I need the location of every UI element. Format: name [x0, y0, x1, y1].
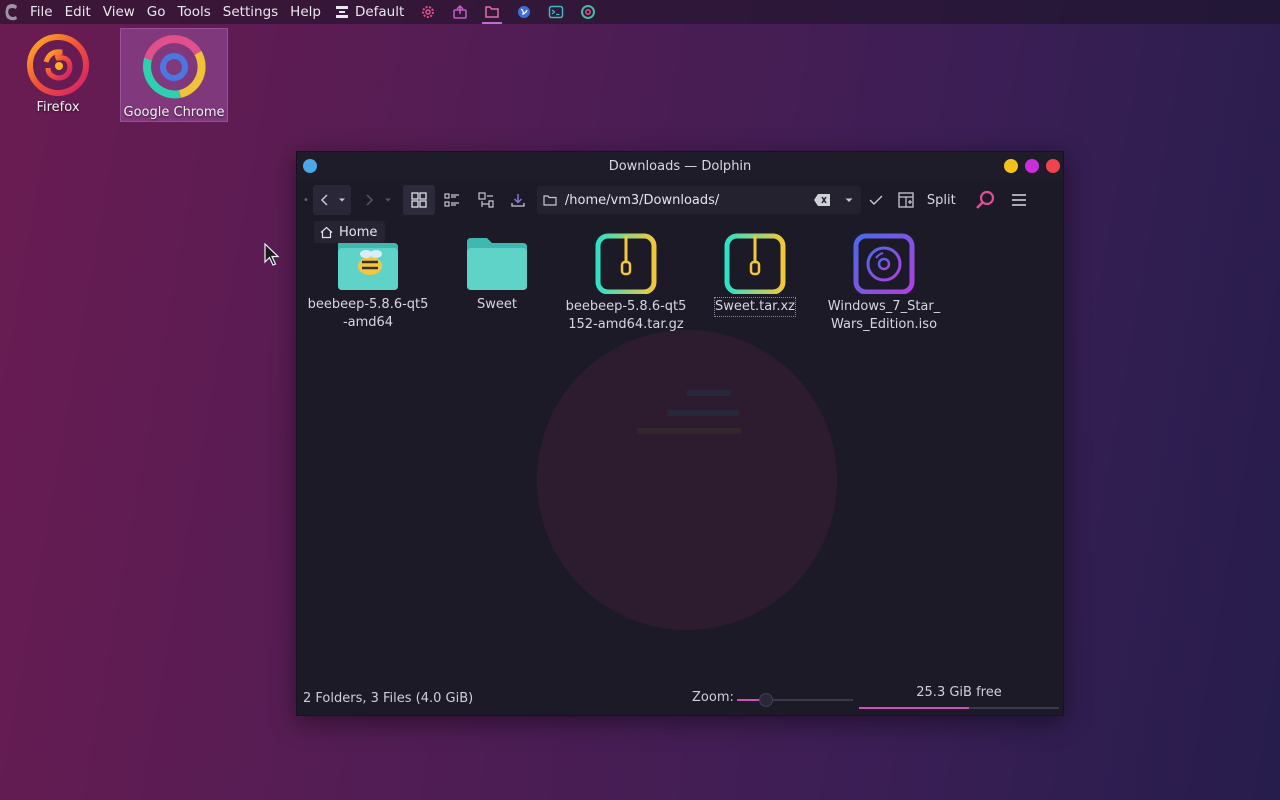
hamburger-menu-icon	[1011, 194, 1026, 206]
split-label[interactable]: Split	[921, 193, 962, 208]
file-item[interactable]: beebeep-5.8.6-qt5152-amd64.tar.gz	[564, 232, 688, 334]
toolbar-handle: •	[303, 194, 309, 206]
folder-icon	[543, 195, 557, 206]
compact-view-button[interactable]	[435, 185, 469, 215]
settings-icon[interactable]	[412, 0, 444, 24]
home-tooltip: Home	[314, 221, 386, 243]
dropdown-arrow-icon[interactable]	[843, 194, 855, 206]
layout-label: Default	[354, 4, 405, 20]
mouse-cursor-icon	[264, 243, 280, 266]
menu-tools[interactable]: Tools	[172, 0, 217, 24]
chrome-tray-icon[interactable]	[572, 0, 604, 24]
location-path[interactable]: /home/vm3/Downloads/	[565, 193, 813, 208]
split-view-icon	[898, 192, 914, 208]
hamburger-menu-button[interactable]	[1002, 185, 1036, 215]
chrome-icon	[143, 35, 206, 99]
menu-settings[interactable]: Settings	[217, 0, 284, 24]
share-icon[interactable]	[444, 0, 476, 24]
menu-file[interactable]: File	[24, 0, 59, 24]
file-item[interactable]: Sweet	[435, 232, 559, 314]
status-summary: 2 Folders, 3 Files (4.0 GiB)	[303, 690, 474, 706]
desktop-icon-label: Firefox	[36, 100, 80, 115]
file-item[interactable]: Windows_7_Star_Wars_Edition.iso	[822, 232, 946, 334]
desktop-icon-label: Google Chrome	[123, 105, 225, 120]
folder-icon	[467, 238, 527, 290]
layout-icon	[335, 6, 348, 18]
layout-switcher[interactable]: Default	[327, 0, 412, 24]
file-item[interactable]: beebeep-5.8.6-qt5-amd64	[306, 232, 430, 332]
file-name: Sweet.tar.xz	[714, 297, 796, 317]
dropdown-arrow-icon[interactable]	[337, 195, 347, 205]
menu-view[interactable]: View	[97, 0, 141, 24]
file-name: Sweet	[477, 297, 517, 312]
close-button[interactable]	[1046, 159, 1060, 173]
dropdown-arrow-icon	[384, 198, 391, 202]
zoom-label: Zoom:	[692, 690, 734, 705]
free-space-indicator[interactable]: 25.3 GiB free	[859, 681, 1059, 715]
search-icon	[975, 190, 994, 209]
checkmark-icon	[869, 195, 883, 205]
icons-view-icon	[411, 192, 427, 208]
clear-icon[interactable]	[813, 193, 831, 207]
browser-icon[interactable]	[508, 0, 540, 24]
menu-edit[interactable]: Edit	[59, 0, 97, 24]
folder-icon[interactable]	[476, 0, 508, 24]
confirm-location-button[interactable]	[861, 185, 891, 215]
file-item[interactable]: Sweet.tar.xz	[693, 232, 817, 317]
split-button[interactable]	[891, 185, 921, 215]
details-view-button[interactable]	[469, 185, 503, 215]
home-icon	[320, 226, 333, 238]
download-button[interactable]	[503, 185, 533, 215]
menu-go[interactable]: Go	[141, 0, 172, 24]
maximize-button[interactable]	[1025, 159, 1039, 173]
firefox-icon	[27, 34, 89, 96]
location-bar[interactable]: /home/vm3/Downloads/	[536, 186, 861, 214]
download-icon	[511, 194, 525, 207]
disc-image-icon	[853, 233, 915, 294]
window-menu-button[interactable]	[303, 159, 317, 173]
dolphin-window: Downloads — Dolphin • /home/vm3/Download	[296, 151, 1064, 716]
chevron-right-icon	[366, 194, 373, 206]
minimize-button[interactable]	[1004, 159, 1018, 173]
window-titlebar[interactable]: Downloads — Dolphin	[297, 152, 1063, 180]
forward-button[interactable]	[361, 185, 393, 215]
archive-icon	[595, 233, 657, 294]
file-name: beebeep-5.8.6-qt5-amd64	[307, 297, 429, 330]
menu-help[interactable]: Help	[284, 0, 327, 24]
watermark-graphic	[537, 330, 837, 630]
details-view-icon	[478, 192, 494, 208]
archive-icon	[724, 233, 786, 294]
icons-view-button[interactable]	[402, 185, 435, 215]
window-title: Downloads — Dolphin	[608, 158, 752, 174]
desktop-icon-firefox[interactable]: Firefox	[4, 28, 112, 122]
disk-usage-fill	[859, 707, 969, 709]
disk-usage-bar	[859, 707, 1059, 709]
status-bar: 2 Folders, 3 Files (4.0 GiB) Zoom: 25.3 …	[297, 681, 1063, 715]
zoom-slider-handle[interactable]	[759, 693, 773, 707]
back-button[interactable]	[312, 185, 351, 215]
desktop-icon-google-chrome[interactable]: Google Chrome	[120, 28, 228, 122]
search-button[interactable]	[968, 185, 1002, 215]
file-name: beebeep-5.8.6-qt5152-amd64.tar.gz	[565, 299, 687, 332]
compact-view-icon	[444, 193, 459, 207]
toolbar: • /home/vm3/Downloads/ Split	[297, 180, 1063, 220]
file-view[interactable]: beebeep-5.8.6-qt5-amd64 Sweet beebeep-5.…	[297, 220, 1063, 682]
zoom-slider[interactable]	[737, 693, 853, 707]
top-panel: File Edit View Go Tools Settings Help De…	[0, 0, 1280, 24]
app-logo-icon[interactable]	[0, 0, 24, 24]
file-name: Windows_7_Star_Wars_Edition.iso	[827, 299, 941, 332]
terminal-icon[interactable]	[540, 0, 572, 24]
chevron-left-icon	[320, 194, 328, 206]
free-space-label: 25.3 GiB free	[916, 685, 1002, 700]
tooltip-text: Home	[339, 224, 378, 240]
